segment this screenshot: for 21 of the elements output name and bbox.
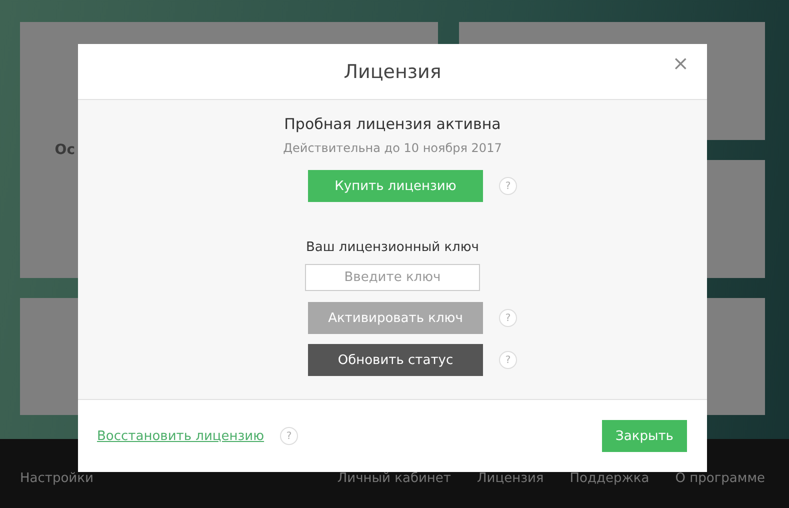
restore-link[interactable]: Восстановить лицензию bbox=[97, 428, 264, 444]
nav-item[interactable]: О программе bbox=[675, 471, 765, 486]
activate-button[interactable]: Активировать ключ bbox=[308, 302, 483, 334]
close-dialog-button[interactable]: Закрыть bbox=[602, 420, 687, 452]
nav-item[interactable]: Личный кабинет bbox=[337, 471, 451, 486]
license-status: Пробная лицензия активна bbox=[284, 115, 501, 133]
key-field[interactable]: Введите ключ bbox=[305, 264, 480, 291]
tile-label: Ос bbox=[54, 142, 75, 158]
help-icon[interactable]: ? bbox=[499, 351, 517, 369]
help-icon[interactable]: ? bbox=[499, 177, 517, 195]
help-icon[interactable]: ? bbox=[499, 309, 517, 327]
valid-until: Действительна до 10 ноября 2017 bbox=[283, 141, 502, 155]
close-button[interactable]: × bbox=[666, 50, 695, 76]
nav-item[interactable]: Лицензия bbox=[477, 471, 544, 486]
help-icon[interactable]: ? bbox=[280, 427, 298, 445]
nav-item[interactable]: Поддержка bbox=[570, 471, 650, 486]
dialog-title: Лицензия bbox=[344, 60, 442, 82]
nav-item[interactable]: Настройки bbox=[20, 471, 94, 486]
refresh-button[interactable]: Обновить статус bbox=[308, 344, 483, 376]
buy-button[interactable]: Купить лицензию bbox=[308, 170, 483, 202]
key-label: Ваш лицензионный ключ bbox=[306, 240, 479, 255]
